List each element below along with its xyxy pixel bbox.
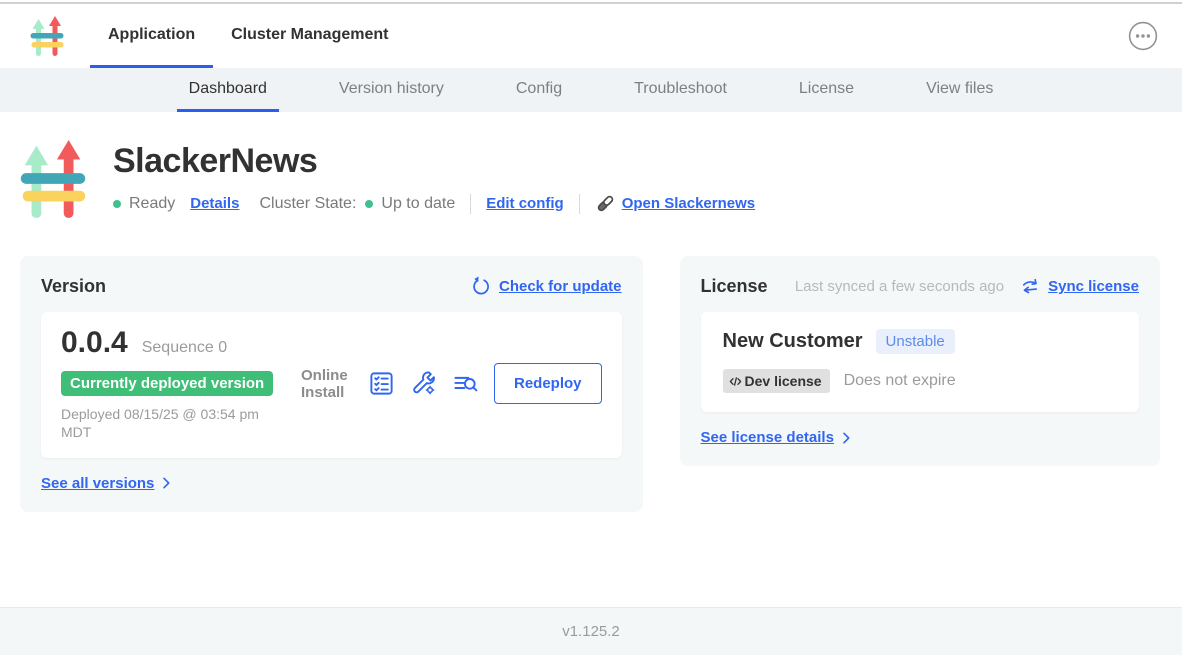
app-header: SlackerNews Ready Details Cluster State:… bbox=[20, 138, 1160, 220]
app-title-block: SlackerNews Ready Details Cluster State:… bbox=[113, 138, 755, 220]
divider bbox=[470, 194, 471, 214]
app-status-dot bbox=[113, 200, 121, 208]
install-type-label: Online Install bbox=[301, 367, 353, 402]
channel-badge: Unstable bbox=[876, 329, 955, 354]
version-number: 0.0.4 bbox=[61, 326, 128, 360]
sequence-label: Sequence 0 bbox=[142, 339, 227, 357]
view-diff-icon bbox=[452, 370, 479, 397]
dev-license-badge: Dev license bbox=[723, 369, 830, 393]
version-number-row: 0.0.4 Sequence 0 bbox=[61, 326, 293, 360]
app-status-row: Ready Details Cluster State: Up to date … bbox=[113, 193, 755, 214]
preflight-checks-button[interactable] bbox=[368, 370, 395, 397]
dev-license-badge-label: Dev license bbox=[745, 373, 822, 389]
subnav-tab-config[interactable]: Config bbox=[504, 68, 574, 112]
subnav-tab-version-history[interactable]: Version history bbox=[327, 68, 456, 112]
see-license-details-group[interactable]: See license details bbox=[701, 429, 1139, 446]
version-card: Version Check for update 0.0.4 Sequence bbox=[20, 256, 643, 512]
current-version-panel: 0.0.4 Sequence 0 Currently deployed vers… bbox=[41, 312, 622, 458]
sync-license-link[interactable]: Sync license bbox=[1048, 278, 1139, 295]
view-diff-button[interactable] bbox=[452, 370, 479, 397]
chevron-right-icon bbox=[838, 430, 854, 446]
version-info: 0.0.4 Sequence 0 Currently deployed vers… bbox=[61, 326, 293, 442]
edit-config-link[interactable]: Edit config bbox=[486, 195, 564, 212]
version-actions: Online Install bbox=[301, 363, 602, 404]
open-app-link-group[interactable]: Open Slackernews bbox=[595, 193, 755, 214]
view-config-button[interactable] bbox=[410, 370, 437, 397]
cluster-state-label: Cluster State: bbox=[259, 195, 356, 213]
app-subnav: Dashboard Version history Config Trouble… bbox=[0, 68, 1182, 112]
app-status-text: Ready bbox=[129, 195, 175, 213]
see-all-versions-group[interactable]: See all versions bbox=[41, 475, 622, 492]
customer-name: New Customer bbox=[723, 330, 863, 353]
dashboard-content: SlackerNews Ready Details Cluster State:… bbox=[0, 112, 1182, 607]
subnav-tab-license[interactable]: License bbox=[787, 68, 866, 112]
license-card: License Last synced a few seconds ago Sy… bbox=[680, 256, 1160, 466]
tab-application[interactable]: Application bbox=[90, 4, 213, 68]
open-app-link[interactable]: Open Slackernews bbox=[622, 195, 755, 212]
see-all-versions-link[interactable]: See all versions bbox=[41, 475, 154, 492]
sync-arrows-icon bbox=[1020, 277, 1040, 297]
navbar-logo bbox=[30, 15, 64, 57]
license-type-row: Dev license Does not expire bbox=[723, 369, 1117, 393]
license-panel: New Customer Unstable Dev license bbox=[701, 312, 1139, 412]
app-icon bbox=[20, 138, 86, 220]
page-title: SlackerNews bbox=[113, 142, 755, 181]
details-link[interactable]: Details bbox=[190, 195, 239, 212]
tab-cluster-management[interactable]: Cluster Management bbox=[213, 4, 406, 68]
license-card-header: License Last synced a few seconds ago Sy… bbox=[701, 276, 1139, 297]
last-synced-text: Last synced a few seconds ago bbox=[795, 278, 1004, 295]
cluster-state-dot bbox=[365, 200, 373, 208]
license-expiration: Does not expire bbox=[844, 372, 956, 390]
overflow-menu-button[interactable] bbox=[1128, 21, 1158, 51]
version-card-title: Version bbox=[41, 276, 106, 297]
cluster-state-value: Up to date bbox=[381, 195, 455, 213]
deployed-timestamp: Deployed 08/15/25 @ 03:54 pm MDT bbox=[61, 405, 279, 442]
slackernews-logo-icon bbox=[30, 15, 64, 57]
refresh-icon bbox=[470, 276, 491, 297]
main-tabs: Application Cluster Management bbox=[90, 4, 406, 68]
customer-row: New Customer Unstable bbox=[723, 329, 1117, 354]
check-for-update-group[interactable]: Check for update bbox=[470, 276, 622, 297]
console-footer: v1.125.2 bbox=[0, 607, 1182, 655]
version-card-header: Version Check for update bbox=[41, 276, 622, 297]
subnav-tab-view-files[interactable]: View files bbox=[914, 68, 1005, 112]
check-for-update-link[interactable]: Check for update bbox=[499, 278, 622, 295]
top-navbar: Application Cluster Management bbox=[0, 4, 1182, 68]
slackernews-app-icon bbox=[20, 138, 86, 220]
deployed-status-badge: Currently deployed version bbox=[61, 371, 273, 396]
admin-console-page: Application Cluster Management Dashboard… bbox=[0, 0, 1182, 655]
ellipsis-circle-icon bbox=[1128, 21, 1158, 51]
code-icon bbox=[728, 374, 743, 389]
divider bbox=[579, 194, 580, 214]
subnav-tab-troubleshoot[interactable]: Troubleshoot bbox=[622, 68, 739, 112]
subnav-tab-dashboard[interactable]: Dashboard bbox=[177, 68, 279, 112]
redeploy-button[interactable]: Redeploy bbox=[494, 363, 602, 404]
console-version: v1.125.2 bbox=[562, 623, 620, 640]
chevron-right-icon bbox=[158, 475, 174, 491]
config-wrench-icon bbox=[410, 370, 437, 397]
preflight-checks-icon bbox=[368, 370, 395, 397]
chain-link-icon bbox=[595, 193, 616, 214]
dashboard-cards: Version Check for update 0.0.4 Sequence bbox=[20, 256, 1160, 512]
license-card-title: License bbox=[701, 276, 768, 297]
see-license-details-link[interactable]: See license details bbox=[701, 429, 834, 446]
